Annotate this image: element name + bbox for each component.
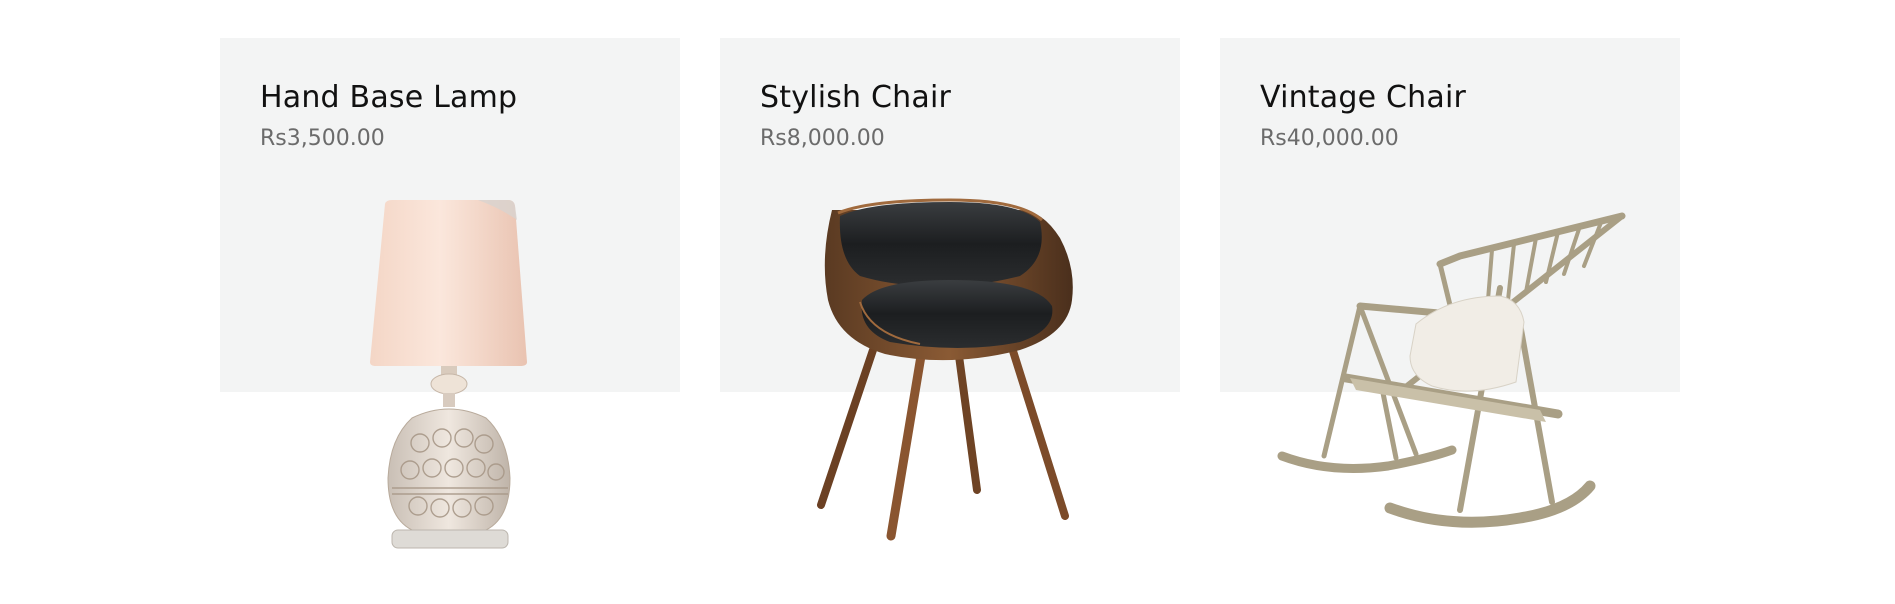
product-title[interactable]: Vintage Chair <box>1260 80 1466 115</box>
product-title[interactable]: Hand Base Lamp <box>260 80 517 115</box>
product-card-stylish-chair[interactable]: Stylish Chair Rs8,000.00 <box>720 38 1180 560</box>
product-grid: Hand Base Lamp Rs3,500.00 Stylish Chair … <box>0 0 1895 604</box>
product-price: Rs3,500.00 <box>260 126 385 151</box>
product-price: Rs40,000.00 <box>1260 126 1399 151</box>
product-title[interactable]: Stylish Chair <box>760 80 951 115</box>
product-card-hand-base-lamp[interactable]: Hand Base Lamp Rs3,500.00 <box>220 38 680 560</box>
product-price: Rs8,000.00 <box>760 126 885 151</box>
product-card-vintage-chair[interactable]: Vintage Chair Rs40,000.00 <box>1220 38 1680 560</box>
